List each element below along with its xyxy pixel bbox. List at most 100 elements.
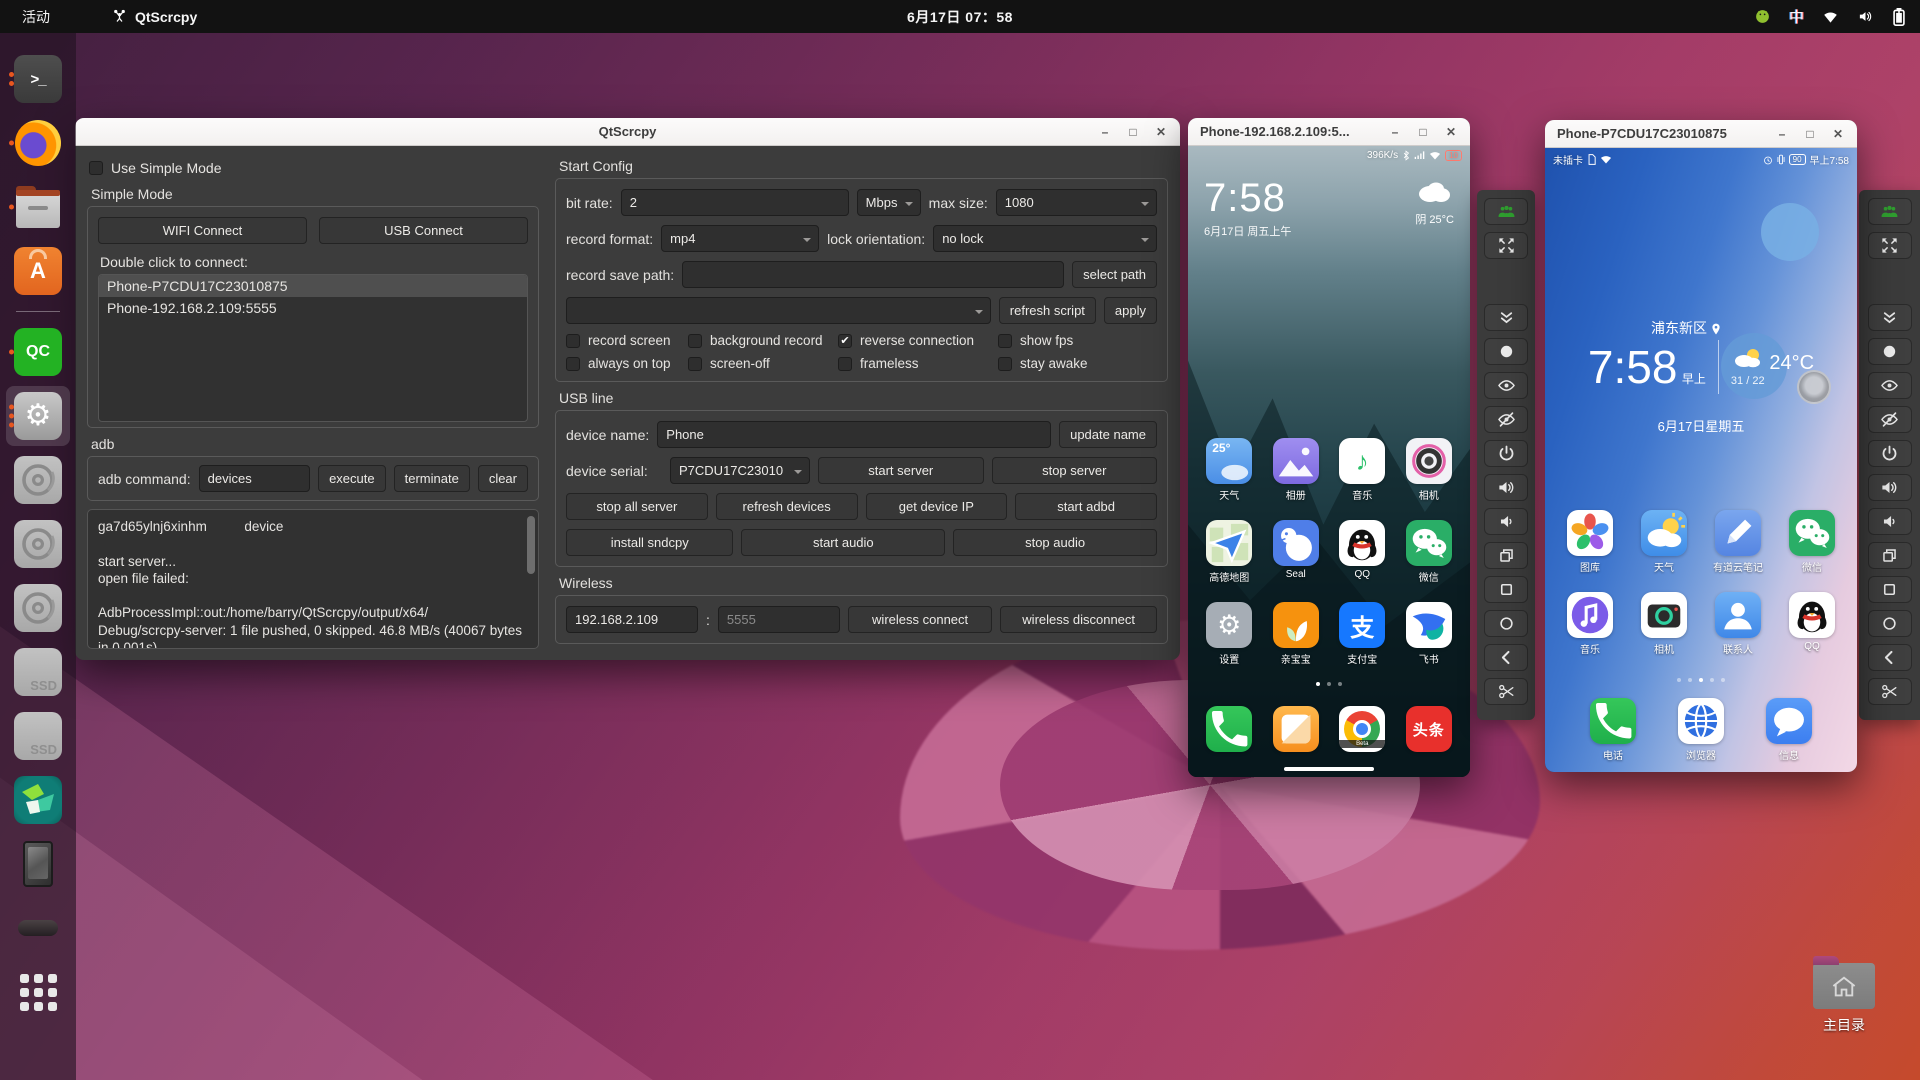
app-switch-button[interactable] (1867, 542, 1912, 569)
checkbox-background-record[interactable]: background record (688, 333, 838, 348)
app-相册[interactable]: 相册 (1268, 438, 1324, 502)
script-select[interactable] (566, 297, 991, 324)
dock-item-terminal[interactable]: >_ (6, 49, 70, 109)
app-chrome[interactable]: Beta (1334, 706, 1390, 752)
dock-item-qtcreator[interactable]: QC (6, 322, 70, 382)
checkbox-frameless[interactable]: frameless (838, 356, 998, 371)
execute-button[interactable]: execute (318, 465, 386, 492)
home-button[interactable] (1867, 610, 1912, 637)
qtscrcpy-titlebar[interactable]: QtScrcpy – □ ✕ (75, 118, 1180, 146)
record-screen-button[interactable] (1867, 338, 1912, 365)
app-天气[interactable]: 天气 (1636, 510, 1692, 574)
device-list-item[interactable]: Phone-192.168.2.109:5555 (99, 297, 527, 319)
expand-fullscreen-button[interactable] (1867, 232, 1912, 259)
device-list-item[interactable]: Phone-P7CDU17C23010875 (99, 275, 527, 297)
dock-item-disk-2[interactable] (6, 514, 70, 574)
volume-down-button[interactable] (1484, 508, 1528, 535)
menu-button[interactable] (1484, 576, 1528, 603)
collapse-chevrons-button[interactable] (1484, 304, 1528, 331)
home-folder-shortcut[interactable]: 主目录 (1796, 956, 1892, 1035)
checkbox-reverse-connection[interactable]: ✔ reverse connection (838, 333, 998, 348)
record-save-path-input[interactable] (682, 261, 1065, 288)
group-control-button[interactable] (1484, 198, 1528, 225)
log-scrollbar[interactable] (527, 516, 535, 574)
phone1-titlebar[interactable]: Phone-192.168.2.109:5... – □ ✕ (1188, 118, 1470, 146)
dock-item-disk-1[interactable] (6, 450, 70, 510)
stop-server-button[interactable]: stop server (991, 457, 1157, 484)
wireless-disconnect-button[interactable]: wireless disconnect (1000, 606, 1157, 633)
start-server-button[interactable]: start server (818, 457, 984, 484)
battery-icon[interactable] (1892, 7, 1906, 26)
wireless-connect-button[interactable]: wireless connect (847, 606, 993, 633)
screenshot-button[interactable] (1867, 678, 1912, 705)
phone1-maximize-button[interactable]: □ (1412, 121, 1434, 143)
bit-rate-unit-select[interactable]: Mbps (856, 189, 921, 216)
apply-button[interactable]: apply (1103, 297, 1157, 324)
app-Seal[interactable]: Seal (1268, 520, 1324, 584)
max-size-select[interactable]: 1080 (995, 189, 1157, 216)
android-tray-icon[interactable] (1754, 8, 1771, 25)
clock[interactable]: 6月17日 07：58 (907, 7, 1013, 27)
app-menu[interactable]: QtScrcpy (112, 9, 197, 25)
app-微信[interactable]: 微信 (1401, 520, 1457, 584)
dock-item-ubuntu-software[interactable]: A (6, 241, 70, 301)
assistive-ball[interactable] (1797, 370, 1831, 404)
phone1-home-indicator[interactable] (1284, 767, 1374, 771)
phone1-screen[interactable]: 396K/s 10 7:58 6月17日 周五上午 阴 25°C 25° 天气 相册… (1188, 146, 1470, 777)
dock-item-ssd-2[interactable]: SSD (6, 706, 70, 766)
power-button[interactable] (1867, 440, 1912, 467)
select-path-button[interactable]: select path (1072, 261, 1157, 288)
phone1-close-button[interactable]: ✕ (1440, 121, 1462, 143)
volume-icon[interactable] (1857, 9, 1874, 24)
app-音乐[interactable]: 音乐 (1562, 592, 1618, 656)
maximize-button[interactable]: □ (1122, 121, 1144, 143)
refresh-devices-button[interactable]: refresh devices (715, 493, 858, 520)
screen-off-button[interactable] (1484, 406, 1528, 433)
get-device-ip-button[interactable]: get device IP (865, 493, 1008, 520)
app-微信[interactable]: 微信 (1784, 510, 1840, 574)
phone2-titlebar[interactable]: Phone-P7CDU17C23010875 – □ ✕ (1545, 120, 1857, 148)
dock-item-teal-app[interactable] (6, 770, 70, 830)
dock-item-phone-device[interactable] (6, 834, 70, 894)
phone1-minimize-button[interactable]: – (1384, 121, 1406, 143)
dock-item-disk-3[interactable] (6, 578, 70, 638)
app-相机[interactable]: 相机 (1401, 438, 1457, 502)
phone2-minimize-button[interactable]: – (1771, 123, 1793, 145)
start-audio-button[interactable]: start audio (741, 529, 946, 556)
screen-on-button[interactable] (1484, 372, 1528, 399)
collapse-chevrons-button[interactable] (1867, 304, 1912, 331)
app-QQ[interactable]: QQ (1784, 592, 1840, 656)
device-name-input[interactable]: Phone (657, 421, 1052, 448)
menu-button[interactable] (1867, 576, 1912, 603)
checkbox-stay-awake[interactable]: stay awake (998, 356, 1157, 371)
checkbox-show-fps[interactable]: show fps (998, 333, 1157, 348)
adb-log-output[interactable]: ga7d65ylnj6xinhm device start server... … (87, 509, 539, 649)
update-name-button[interactable]: update name (1059, 421, 1157, 448)
app-高德地图[interactable]: 高德地图 (1201, 520, 1257, 584)
device-list[interactable]: Phone-P7CDU17C23010875 Phone-192.168.2.10… (98, 274, 528, 422)
app-toutiao[interactable]: 头条 (1401, 706, 1457, 752)
dock-item-drive-pill[interactable] (6, 898, 70, 958)
app-有道云笔记[interactable]: 有道云笔记 (1710, 510, 1766, 574)
app-音乐[interactable]: ♪ 音乐 (1334, 438, 1390, 502)
app-switch-button[interactable] (1484, 542, 1528, 569)
stop-audio-button[interactable]: stop audio (953, 529, 1157, 556)
input-method-indicator[interactable]: 中 (1789, 6, 1804, 27)
phone2-maximize-button[interactable]: □ (1799, 123, 1821, 145)
activities-button[interactable]: 活动 (0, 0, 72, 33)
app-sms[interactable] (1268, 706, 1324, 752)
dock-item-ssd-1[interactable]: SSD (6, 642, 70, 702)
screen-on-button[interactable] (1867, 372, 1912, 399)
app-设置[interactable]: ⚙ 设置 (1201, 602, 1257, 666)
checkbox-record-screen[interactable]: record screen (566, 333, 688, 348)
screen-off-button[interactable] (1867, 406, 1912, 433)
app-亲宝宝[interactable]: 亲宝宝 (1268, 602, 1324, 666)
volume-down-button[interactable] (1867, 508, 1912, 535)
dock-item-files[interactable] (6, 177, 70, 237)
app-联系人[interactable]: 联系人 (1710, 592, 1766, 656)
minimize-button[interactable]: – (1094, 121, 1116, 143)
app-浏览器[interactable]: 浏览器 (1673, 698, 1729, 762)
device-serial-select[interactable]: P7CDU17C23010 (670, 457, 810, 484)
screenshot-button[interactable] (1484, 678, 1528, 705)
start-adbd-button[interactable]: start adbd (1015, 493, 1157, 520)
